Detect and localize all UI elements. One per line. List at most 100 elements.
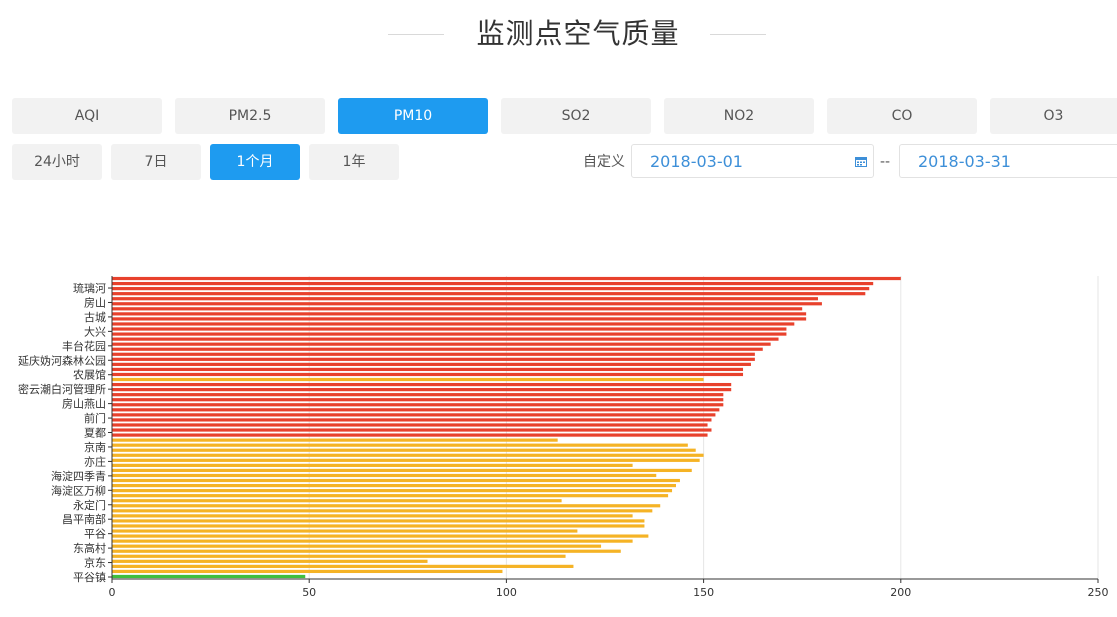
y-tick-label: 古城 xyxy=(84,311,106,324)
x-tick-label: 50 xyxy=(302,586,316,599)
tab-pm25[interactable]: PM2.5 xyxy=(175,98,325,134)
bar xyxy=(112,534,649,538)
custom-range-label: 自定义 xyxy=(583,154,625,170)
bar xyxy=(112,403,724,407)
y-tick-label: 夏都 xyxy=(84,427,106,440)
bar xyxy=(112,428,712,432)
calendar-icon[interactable] xyxy=(855,156,867,167)
bar xyxy=(112,473,657,478)
bar xyxy=(112,337,779,341)
bar xyxy=(112,398,724,402)
y-tick-label: 平谷 xyxy=(84,528,106,541)
bar xyxy=(112,559,428,563)
y-tick-label: 平谷镇 xyxy=(73,570,106,584)
page-title: 监测点空气质量 xyxy=(476,17,680,50)
bar xyxy=(112,539,633,543)
bar xyxy=(112,418,712,422)
start-date-field[interactable]: 2018-03-01 xyxy=(631,144,874,178)
bar xyxy=(112,281,874,286)
bar xyxy=(112,393,724,397)
bar xyxy=(112,514,633,518)
y-tick-label: 东高村 xyxy=(73,541,106,555)
bar xyxy=(112,499,562,503)
bar xyxy=(112,287,870,291)
bar xyxy=(112,322,795,326)
y-tick-label: 农展馆 xyxy=(73,368,106,382)
bar xyxy=(112,564,574,568)
y-tick-label: 京南 xyxy=(84,440,106,454)
date-separator: -- xyxy=(880,154,891,170)
bar xyxy=(112,302,822,306)
x-tick-label: 150 xyxy=(693,586,714,599)
start-date-value: 2018-03-01 xyxy=(650,152,743,171)
x-tick-label: 200 xyxy=(890,586,911,599)
bar xyxy=(112,362,751,366)
tab-24h[interactable]: 24小时 xyxy=(12,144,102,180)
bar xyxy=(112,276,901,281)
bar xyxy=(112,494,669,498)
tab-aqi[interactable]: AQI xyxy=(12,98,162,134)
bar xyxy=(112,377,704,382)
tab-1month[interactable]: 1个月 xyxy=(210,144,300,180)
bar xyxy=(112,347,763,351)
end-date-field[interactable]: 2018-03-31 xyxy=(899,144,1117,178)
y-tick-label: 琉璃河 xyxy=(73,281,106,295)
y-tick-label: 大兴 xyxy=(84,324,106,338)
grid-lines xyxy=(308,276,1099,579)
bar xyxy=(112,544,602,548)
page-header: 监测点空气质量 xyxy=(0,12,1117,52)
bar xyxy=(112,367,744,372)
y-tick-label: 永定门 xyxy=(73,498,106,512)
tab-pm10[interactable]: PM10 xyxy=(338,98,488,134)
bar xyxy=(112,357,755,361)
bar xyxy=(112,438,558,442)
bar xyxy=(112,307,803,311)
bar xyxy=(112,423,708,427)
bar xyxy=(112,524,645,528)
tab-7d[interactable]: 7日 xyxy=(111,144,201,180)
x-tick-label: 100 xyxy=(496,586,517,599)
bar xyxy=(112,342,771,346)
tab-no2[interactable]: NO2 xyxy=(664,98,814,134)
y-tick-label: 昌平南部 xyxy=(62,512,106,526)
y-tick-label: 丰台花园 xyxy=(62,339,106,353)
y-tick-label: 密云潮白河管理所 xyxy=(18,382,106,396)
bar xyxy=(112,478,680,483)
bar xyxy=(112,549,621,553)
y-tick-label: 前门 xyxy=(84,411,106,425)
y-tick-label: 海淀区万柳 xyxy=(51,483,106,497)
bar xyxy=(112,483,676,488)
bar xyxy=(112,317,807,321)
tab-co[interactable]: CO xyxy=(827,98,977,134)
y-tick-label: 房山 xyxy=(84,296,106,309)
bar xyxy=(112,554,566,558)
bar xyxy=(112,453,704,457)
x-tick-label: 250 xyxy=(1088,586,1109,599)
bar xyxy=(112,413,716,417)
tab-o3[interactable]: O3 xyxy=(990,98,1117,134)
bar xyxy=(112,388,732,392)
bar xyxy=(112,468,692,473)
y-tick-label: 亦庄 xyxy=(84,454,106,468)
x-tick-label: 0 xyxy=(109,586,116,599)
title-right-rule xyxy=(710,34,766,35)
pm10-bar-chart: 0 50 100 150 200 250 琉璃河房山古城大兴丰台花园延庆妫河森林公园农展馆密… xyxy=(18,276,1109,599)
end-date-value: 2018-03-31 xyxy=(918,152,1011,171)
tab-so2[interactable]: SO2 xyxy=(501,98,651,134)
bar xyxy=(112,408,720,412)
tab-1year[interactable]: 1年 xyxy=(309,144,399,180)
bar xyxy=(112,489,673,493)
bar xyxy=(112,352,755,356)
bar xyxy=(112,458,700,462)
y-tick-label: 延庆妫河森林公园 xyxy=(18,353,106,367)
bar xyxy=(112,569,503,574)
y-tick-label: 海淀四季青 xyxy=(51,469,106,483)
bar xyxy=(112,504,661,508)
bar xyxy=(112,463,633,467)
y-tick-label: 京东 xyxy=(84,556,106,570)
bar xyxy=(112,574,306,579)
bar xyxy=(112,529,578,533)
bar xyxy=(112,312,807,316)
title-left-rule xyxy=(388,34,444,35)
bar xyxy=(112,297,818,301)
